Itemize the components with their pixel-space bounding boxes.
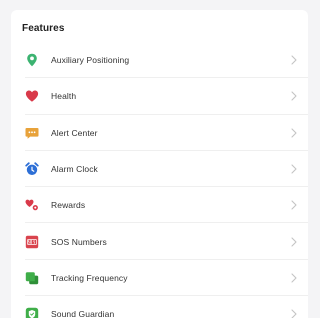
chevron-right-icon bbox=[290, 309, 298, 318]
section-title: Features bbox=[22, 23, 65, 34]
feature-item-health[interactable]: Health bbox=[11, 78, 308, 115]
sos-icon bbox=[25, 235, 39, 249]
feature-label: Alarm Clock bbox=[51, 164, 98, 175]
chevron-right-icon bbox=[290, 55, 298, 65]
chevron-right-icon bbox=[290, 200, 298, 210]
chevron-right-icon bbox=[290, 128, 298, 138]
rewards-icon bbox=[25, 198, 39, 212]
feature-label: Alert Center bbox=[51, 127, 98, 138]
feature-item-auxiliary-positioning[interactable]: Auxiliary Positioning bbox=[11, 42, 308, 79]
message-bubble-icon bbox=[25, 126, 39, 140]
feature-item-sos-numbers[interactable]: SOS Numbers bbox=[11, 223, 308, 261]
feature-item-rewards[interactable]: Rewards bbox=[11, 187, 308, 224]
feature-label: Health bbox=[51, 91, 77, 102]
chevron-right-icon bbox=[290, 237, 298, 247]
chevron-right-icon bbox=[290, 164, 298, 174]
features-card: Features Auxiliary Positioning Health Al… bbox=[11, 10, 308, 318]
chevron-right-icon bbox=[290, 273, 298, 283]
feature-item-tracking-frequency[interactable]: Tracking Frequency bbox=[11, 260, 308, 297]
feature-label: Auxiliary Positioning bbox=[51, 55, 130, 66]
chevron-right-icon bbox=[290, 91, 298, 101]
feature-item-sound-guardian[interactable]: Sound Guardian bbox=[11, 296, 308, 318]
shield-icon bbox=[25, 307, 39, 318]
tracking-frequency-icon bbox=[25, 271, 39, 285]
feature-label: SOS Numbers bbox=[51, 236, 107, 247]
feature-label: Tracking Frequency bbox=[51, 272, 128, 283]
location-pin-icon bbox=[25, 53, 39, 67]
feature-item-alarm-clock[interactable]: Alarm Clock bbox=[11, 151, 308, 188]
feature-label: Rewards bbox=[51, 200, 86, 211]
heart-icon bbox=[25, 89, 39, 103]
features-list: Auxiliary Positioning Health Alert Cente… bbox=[11, 42, 308, 318]
feature-item-alert-center[interactable]: Alert Center bbox=[11, 115, 308, 152]
feature-label: Sound Guardian bbox=[51, 309, 115, 318]
alarm-clock-icon bbox=[25, 162, 39, 176]
